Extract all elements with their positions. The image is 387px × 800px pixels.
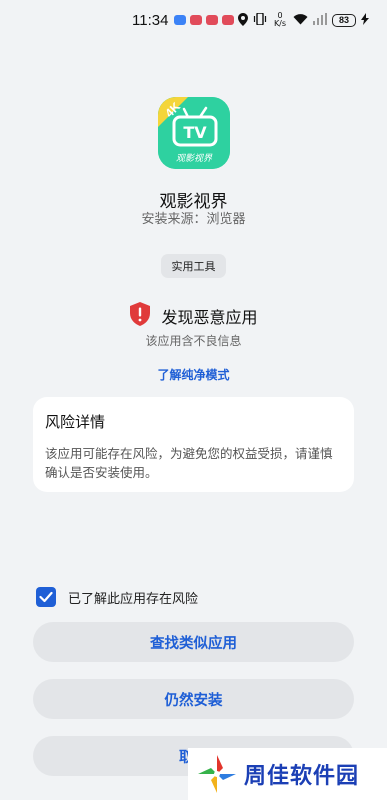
app-icon-caption: 观影视界	[176, 153, 213, 164]
vibrate-icon	[253, 12, 267, 27]
consent-label: 已了解此应用存在风险	[68, 591, 199, 607]
notification-app-icon	[222, 15, 234, 25]
status-bar: 11:34 0 K/s 83	[0, 0, 387, 40]
warning-title: 发现恶意应用	[161, 308, 258, 327]
install-anyway-button[interactable]: 仍然安装	[33, 679, 354, 719]
app-icon-tv-text: TV	[183, 123, 207, 142]
category-tag: 实用工具	[161, 254, 226, 278]
watermark-logo-icon	[196, 753, 238, 795]
risk-details-card: 风险详情 该应用可能存在风险，为避免您的权益受损，请谨慎确认是否安装使用。	[33, 397, 354, 492]
consent-checkbox[interactable]	[36, 587, 56, 607]
watermark-text: 周佳软件园	[244, 764, 360, 789]
risk-description: 该应用可能存在风险，为避免您的权益受损，请谨慎确认是否安装使用。	[45, 446, 333, 480]
location-icon	[238, 12, 248, 28]
status-time: 11:34	[132, 11, 169, 29]
learn-pure-mode-link[interactable]: 了解纯净模式	[0, 366, 387, 383]
watermark: 周佳软件园	[188, 748, 387, 800]
tv-app-icon: 4K TV 观影视界	[158, 97, 230, 169]
shield-warning-icon	[129, 302, 151, 330]
malware-warning: 发现恶意应用	[0, 302, 387, 330]
status-indicators: 0 K/s 83	[238, 12, 369, 28]
notification-app-icon	[174, 15, 187, 25]
warning-subtitle: 该应用含不良信息	[145, 334, 242, 348]
battery-icon: 83	[332, 13, 356, 27]
signal-icon	[313, 13, 327, 27]
network-speed: 0 K/s	[273, 11, 287, 28]
wifi-icon	[293, 13, 308, 27]
charging-icon	[361, 13, 369, 27]
risk-consent[interactable]: 已了解此应用存在风险	[36, 586, 198, 608]
find-similar-button[interactable]: 查找类似应用	[33, 622, 354, 662]
notification-app-icon	[190, 15, 203, 25]
risk-title: 风险详情	[45, 413, 106, 431]
notification-app-icon	[206, 15, 219, 25]
checkmark-icon	[39, 591, 53, 603]
install-source: 安装来源：浏览器	[141, 212, 246, 227]
